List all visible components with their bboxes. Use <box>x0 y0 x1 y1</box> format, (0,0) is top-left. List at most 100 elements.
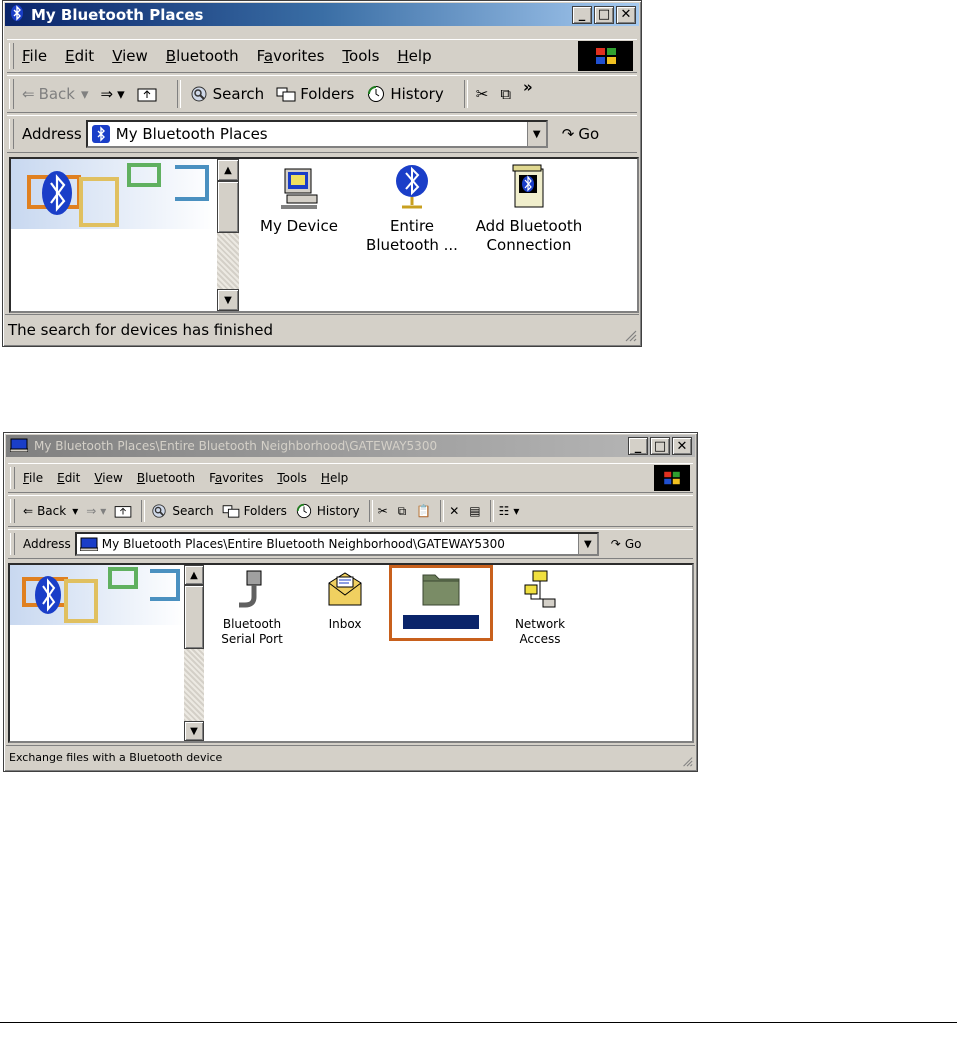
close-icon: ✕ <box>676 438 688 454</box>
go-arrow-icon: ↷ <box>610 537 621 551</box>
windows-flag-icon <box>664 471 680 485</box>
back-button[interactable]: ⇐ Back ▾ <box>22 85 89 103</box>
menu-bluetooth[interactable]: Bluetooth <box>137 471 195 485</box>
bluetooth-icon <box>91 125 110 143</box>
menu-favorites[interactable]: Favorites <box>209 471 263 485</box>
item-file-transfer-selected[interactable] <box>394 569 488 630</box>
menu-file[interactable]: File <box>23 471 43 485</box>
title-bar[interactable]: My Bluetooth Places _ □ ✕ <box>5 3 639 26</box>
arrow-down-icon: ▼ <box>224 294 232 306</box>
copy-button[interactable]: ⧉ <box>500 85 511 103</box>
folders-button[interactable]: Folders <box>276 85 354 103</box>
item-label: Entire Bluetooth ... <box>366 217 458 254</box>
address-dropdown-button[interactable]: ▼ <box>526 122 546 146</box>
item-entire-bluetooth[interactable]: Entire Bluetooth ... <box>357 163 467 255</box>
history-button[interactable]: History <box>295 503 360 519</box>
scissors-icon: ✂ <box>377 504 388 518</box>
toolbar-grip[interactable] <box>9 79 14 109</box>
bluetooth-banner-graphic <box>11 159 217 229</box>
menu-help[interactable]: Help <box>321 471 348 485</box>
properties-button[interactable]: ▤ <box>469 504 480 518</box>
paste-button[interactable]: 📋 <box>416 504 431 518</box>
forward-button[interactable]: ⇒ ▾ <box>86 504 106 518</box>
maximize-icon: □ <box>653 438 667 454</box>
window-my-bluetooth-places: My Bluetooth Places _ □ ✕ File Edit View… <box>2 0 642 347</box>
item-label: Inbox <box>328 617 362 631</box>
address-value: My Bluetooth Places\Entire Bluetooth Nei… <box>101 537 505 551</box>
menu-file[interactable]: File <box>22 47 47 65</box>
address-grip[interactable] <box>9 119 14 149</box>
menu-edit[interactable]: Edit <box>65 47 94 65</box>
item-network-access[interactable]: Network Access <box>500 569 580 647</box>
menu-grip[interactable] <box>9 43 14 69</box>
menu-help[interactable]: Help <box>397 47 431 65</box>
paste-icon: 📋 <box>416 504 432 518</box>
views-button[interactable]: ☷ ▾ <box>499 504 520 518</box>
close-button[interactable]: ✕ <box>616 5 636 24</box>
status-text: The search for devices has finished <box>8 320 273 339</box>
inbox-icon <box>328 572 362 606</box>
scroll-down-button[interactable]: ▼ <box>217 289 239 311</box>
maximize-button[interactable]: □ <box>650 437 670 455</box>
folder-icon <box>422 574 460 606</box>
copy-button[interactable]: ⧉ <box>398 504 407 519</box>
address-grip[interactable] <box>10 533 15 555</box>
toolbar-overflow-chevron[interactable]: » <box>523 78 533 96</box>
folders-button[interactable]: Folders <box>222 504 287 518</box>
status-bar: Exchange files with a Bluetooth device <box>6 745 695 769</box>
address-bar: Address My Bluetooth Places\Entire Bluet… <box>8 529 693 559</box>
scroll-thumb[interactable] <box>217 181 239 233</box>
search-button[interactable]: Search <box>189 85 264 103</box>
item-my-device[interactable]: My Device <box>249 167 349 236</box>
vertical-scrollbar[interactable]: ▲ ▼ <box>184 565 204 741</box>
menu-bar: File Edit View Bluetooth Favorites Tools… <box>7 39 637 73</box>
window-title: My Bluetooth Places <box>31 5 204 24</box>
menu-tools[interactable]: Tools <box>342 47 379 65</box>
menu-edit[interactable]: Edit <box>57 471 80 485</box>
item-label: My Device <box>260 217 338 235</box>
menu-bluetooth[interactable]: Bluetooth <box>166 47 239 65</box>
up-folder-button[interactable] <box>114 504 132 518</box>
scroll-up-button[interactable]: ▲ <box>217 159 239 181</box>
scroll-up-button[interactable]: ▲ <box>184 565 204 585</box>
go-button[interactable]: ↷ Go <box>562 125 599 143</box>
address-input[interactable]: My Bluetooth Places ▼ <box>85 120 548 148</box>
menu-favorites[interactable]: Favorites <box>257 47 325 65</box>
vertical-scrollbar[interactable]: ▲ ▼ <box>217 159 239 311</box>
arrow-up-icon: ▲ <box>224 164 232 176</box>
resize-grip-icon[interactable] <box>681 755 693 767</box>
delete-button[interactable]: ✕ <box>449 504 459 518</box>
forward-button[interactable]: ⇒ ▾ <box>101 85 125 103</box>
search-button[interactable]: Search <box>150 503 214 519</box>
item-add-bluetooth-connection[interactable]: Add Bluetooth Connection <box>473 163 585 255</box>
menu-tools[interactable]: Tools <box>277 471 307 485</box>
computer-icon <box>9 438 29 455</box>
menu-grip[interactable] <box>10 467 15 489</box>
cut-button[interactable]: ✂ <box>476 85 489 103</box>
toolbar-grip[interactable] <box>10 499 15 523</box>
copy-icon: ⧉ <box>397 503 407 518</box>
back-arrow-icon: ⇐ <box>23 504 34 518</box>
maximize-button[interactable]: □ <box>594 5 614 24</box>
item-bluetooth-serial-port[interactable]: Bluetooth Serial Port <box>210 569 294 647</box>
resize-grip-icon[interactable] <box>623 328 637 342</box>
item-inbox[interactable]: Inbox <box>310 569 380 632</box>
address-input[interactable]: My Bluetooth Places\Entire Bluetooth Nei… <box>74 532 599 556</box>
up-folder-icon <box>137 88 157 102</box>
history-button[interactable]: History <box>366 85 444 103</box>
scroll-thumb[interactable] <box>184 585 204 649</box>
minimize-button[interactable]: _ <box>572 5 592 24</box>
menu-view[interactable]: View <box>94 471 122 485</box>
minimize-button[interactable]: _ <box>628 437 648 455</box>
go-button[interactable]: ↷ Go <box>611 537 642 551</box>
up-folder-button[interactable] <box>137 86 157 102</box>
close-button[interactable]: ✕ <box>672 437 692 455</box>
menu-view[interactable]: View <box>112 47 148 65</box>
address-dropdown-button[interactable]: ▼ <box>577 534 597 554</box>
arrow-down-icon: ▼ <box>190 725 198 737</box>
title-bar[interactable]: My Bluetooth Places\Entire Bluetooth Nei… <box>6 435 695 457</box>
serial-port-icon <box>239 570 262 608</box>
back-button[interactable]: ⇐ Back ▾ <box>23 504 78 518</box>
cut-button[interactable]: ✂ <box>378 504 388 518</box>
scroll-down-button[interactable]: ▼ <box>184 721 204 741</box>
